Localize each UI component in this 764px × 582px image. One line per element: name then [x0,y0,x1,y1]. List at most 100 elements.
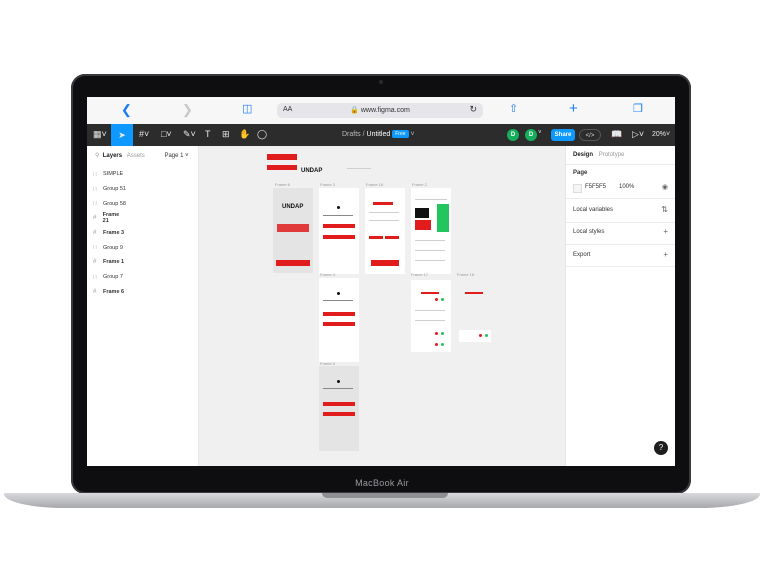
resources-icon[interactable]: ⊞ [222,129,230,140]
layer-label: Group 9 [103,244,123,251]
shape-tool-icon[interactable]: □˅ [161,129,172,139]
variables-icon[interactable]: ⇅ [661,205,668,214]
layer-item[interactable]: ∷ SIMPLE [93,167,126,182]
frame-4[interactable] [319,278,359,362]
header-red-button [267,154,297,160]
tab-assets[interactable]: Assets [127,153,145,159]
frame-label: Frame 3 [320,182,335,187]
frame-18[interactable] [365,188,405,274]
main-menu-icon[interactable]: ▦˅ [93,129,107,140]
new-tab-icon[interactable]: + [569,100,578,117]
move-tool-icon[interactable]: ➤ [111,124,133,146]
avatar[interactable]: D [507,129,519,141]
page-heading: Page [573,170,588,176]
layer-item[interactable]: ∷ Group 58 [93,196,126,211]
frame-icon: # [93,215,97,222]
group-icon: ∷ [93,245,97,252]
frame-icon: # [93,259,97,266]
page-opacity[interactable]: 100% [619,184,634,190]
layer-label: Group 7 [103,274,123,281]
zoom-level[interactable]: 20%˅ [652,131,670,138]
figma-toolbar: ▦˅ ➤ #˅ □˅ ✎˅ T ⊞ ✋ ◯ Drafts / Untitled … [87,124,675,146]
sidebar-icon[interactable]: ◫ [242,102,252,115]
group-icon: ∷ [93,274,97,281]
eye-icon[interactable]: ◉ [662,183,668,191]
camera-dot [379,80,383,84]
file-name[interactable]: Untitled [367,131,391,138]
present-icon[interactable]: ▷˅ [632,129,644,140]
chevron-down-icon[interactable]: ˅ [410,131,414,138]
add-export-icon[interactable]: + [663,250,668,259]
add-style-icon[interactable]: + [663,227,668,236]
tab-layers[interactable]: Layers [103,153,122,159]
frame-button [276,260,310,266]
text-tool-icon[interactable]: T [205,129,211,139]
frame-5[interactable] [319,366,359,451]
layer-label: Group 58 [103,200,126,207]
layer-label: Frame 3 [103,230,125,237]
layer-item[interactable]: # Frame 1 [93,255,125,270]
back-icon[interactable]: ❮ [121,102,132,118]
page-selector[interactable]: Page 1 ˅ [164,153,188,159]
device-label: MacBook Air [355,478,409,488]
frame-tool-icon[interactable]: #˅ [139,129,149,139]
forward-icon[interactable]: ❯ [182,102,193,118]
right-tabs: Design Prototype [573,152,624,158]
layer-item[interactable]: ∷ Group 51 [93,182,126,197]
avatar[interactable]: D [525,129,537,141]
frame-2[interactable] [411,188,451,274]
local-variables[interactable]: Local variables [573,207,613,213]
tabs-icon[interactable]: ❐ [633,102,643,115]
layer-label: SIMPLE [103,171,124,178]
url-text: 🔒 www.figma.com [350,107,410,114]
layer-label: Frame 21 [102,212,120,225]
frame-icon: # [93,230,97,237]
page-color-swatch[interactable] [573,184,582,193]
frame-label: Frame 18 [366,182,384,187]
layer-item[interactable]: # Frame 3 [93,225,125,241]
search-icon[interactable]: ⚲ [95,153,99,159]
share-icon[interactable]: ⇧ [509,102,518,115]
crumb-drafts[interactable]: Drafts [342,131,361,138]
frame-16[interactable] [457,280,493,350]
library-icon[interactable]: 📖 [611,129,622,140]
tab-design[interactable]: Design [573,152,593,158]
layer-item[interactable]: # Frame 21 [93,211,126,226]
frame-6[interactable]: UNDAP [273,188,313,273]
group-icon: ∷ [93,186,97,193]
address-bar[interactable]: AA 🔒 www.figma.com ↻ [277,103,483,118]
canvas[interactable]: UNDAP Frame 6 Frame 3 Frame 18 Frame 2 U… [199,146,565,466]
page-color-value[interactable]: F5F5F5 [585,184,606,190]
laptop-base [4,493,760,508]
export[interactable]: Export [573,252,590,258]
frame-label: Frame 6 [275,182,290,187]
layer-item[interactable]: ∷ Group 9 [93,240,126,255]
logo: UNDAP [301,168,323,174]
breadcrumb: Drafts / Untitled Free ˅ [342,130,415,138]
layer-label: Group 51 [103,186,126,193]
layer-label: Frame 6 [103,288,125,295]
left-tabs: ⚲ Layers Assets Page 1 ˅ [95,152,189,159]
chevron-down-icon[interactable]: ˅ [538,130,542,136]
help-button[interactable]: ? [654,441,668,455]
layer-list: ∷ SIMPLE ∷ Group 51 ∷ Group 58 # Frame 21 ∷ Group… [93,167,126,300]
hand-tool-icon[interactable]: ✋ [239,129,250,140]
illustration [277,224,309,232]
frame-icon: # [93,288,97,295]
dev-mode-toggle[interactable]: </> [579,129,601,141]
tab-prototype[interactable]: Prototype [599,152,625,158]
frame-3[interactable] [319,188,359,274]
local-styles[interactable]: Local styles [573,229,604,235]
reload-icon[interactable]: ↻ [469,104,477,115]
share-button[interactable]: Share [551,129,575,141]
laptop-notch [322,493,448,498]
pen-tool-icon[interactable]: ✎˅ [183,129,196,140]
frame-label: Frame 17 [411,272,429,277]
divider-line [347,168,371,169]
frame-label: Frame 16 [457,272,475,277]
layer-item[interactable]: ∷ Group 7 [93,270,126,285]
comment-icon[interactable]: ◯ [257,129,267,140]
layer-label: Frame 1 [103,259,125,266]
frame-17[interactable] [411,280,451,352]
layer-item[interactable]: # Frame 6 [93,284,125,300]
